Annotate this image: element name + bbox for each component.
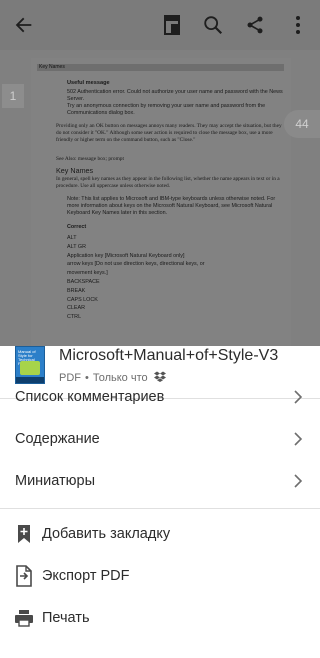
action-export-pdf[interactable]: Экспорт PDF: [0, 555, 320, 597]
action-label: Экспорт PDF: [42, 568, 130, 584]
action-label: Добавить закладку: [42, 526, 171, 542]
paragraph: Providing only an OK button on messages …: [56, 123, 282, 143]
list-item: Application key [Microsoft Natural Keybo…: [67, 252, 185, 259]
list-item: CTRL: [67, 314, 82, 321]
correct-heading: Correct: [67, 224, 87, 230]
sheet-menu: Список комментариев Содержание Миниатюры…: [0, 346, 320, 658]
chevron-right-icon: [294, 474, 303, 488]
reading-mode-icon[interactable]: [156, 9, 188, 41]
list-item: CAPS LOCK: [67, 296, 98, 303]
divider: [0, 508, 320, 509]
menu-item-contents[interactable]: Содержание: [0, 418, 320, 460]
more-vertical-icon[interactable]: [282, 9, 314, 41]
menu-item-label: Содержание: [15, 431, 100, 447]
action-add-bookmark[interactable]: Добавить закладку: [0, 513, 320, 555]
useful-message-line2: Try an anonymous connection by removing …: [67, 103, 266, 116]
print-icon: [13, 607, 35, 629]
document-viewer[interactable]: 1 Key Names Useful message 502 Authentic…: [0, 50, 320, 346]
share-icon[interactable]: [239, 9, 271, 41]
menu-item-label: Список комментариев: [15, 389, 165, 405]
note: Note: This list applies to Microsoft and…: [67, 196, 276, 216]
export-pdf-icon: [13, 565, 35, 587]
menu-item-label: Миниатюры: [15, 473, 96, 489]
list-item: CLEAR: [67, 305, 85, 312]
arrow-left-icon[interactable]: [8, 9, 40, 41]
search-icon[interactable]: [197, 9, 229, 41]
bookmark-add-icon: [13, 523, 35, 545]
list-item: ALT: [67, 235, 77, 241]
top-toolbar: [0, 0, 320, 50]
list-item: BACKSPACE: [67, 278, 100, 285]
list-item: BREAK: [67, 287, 86, 294]
useful-message-heading: Useful message: [67, 80, 110, 86]
page-number-left: 1: [2, 84, 24, 108]
list-item: ALT GR: [67, 243, 86, 250]
key-list: ALT ALT GR Application key [Microsoft Na…: [67, 234, 205, 322]
chevron-right-icon: [294, 432, 303, 446]
key-names-intro: In general, spell key names as they appe…: [56, 176, 280, 189]
page-number-right: 44: [284, 110, 320, 138]
key-names-heading: Key Names: [56, 166, 94, 175]
action-print[interactable]: Печать: [0, 597, 320, 639]
pdf-page: Key Names Useful message 502 Authenticat…: [31, 58, 291, 346]
action-label: Печать: [42, 610, 90, 626]
list-item: arrow keys [Do not use direction keys, d…: [67, 261, 205, 268]
list-item: movement keys.]: [67, 270, 108, 277]
menu-item-thumbnails[interactable]: Миниатюры: [0, 460, 320, 502]
see-also: See Also: message box; prompt: [56, 156, 124, 162]
useful-message-line1: 502 Authentication error. Could not auth…: [67, 89, 283, 102]
chevron-right-icon: [294, 390, 303, 404]
section-header: Key Names: [37, 64, 284, 71]
menu-item-comments[interactable]: Список комментариев: [0, 376, 320, 418]
